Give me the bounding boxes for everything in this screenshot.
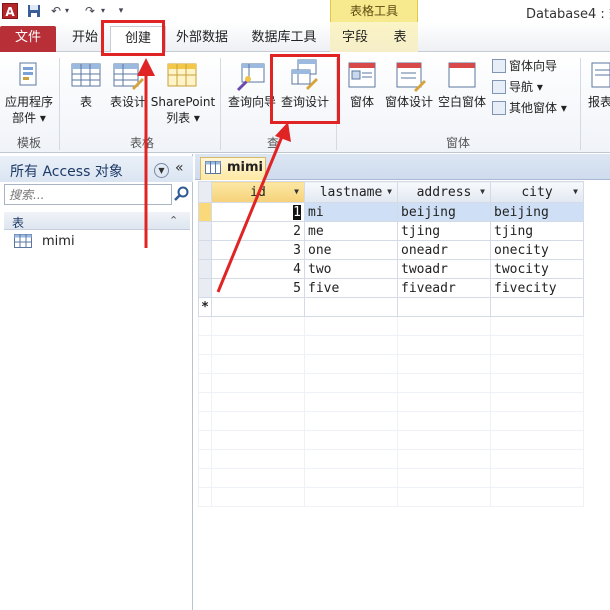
annotation-arrow-up bbox=[137, 58, 155, 248]
annotation-arrows bbox=[137, 58, 291, 293]
annotation-arrow-diagonal bbox=[216, 122, 291, 293]
